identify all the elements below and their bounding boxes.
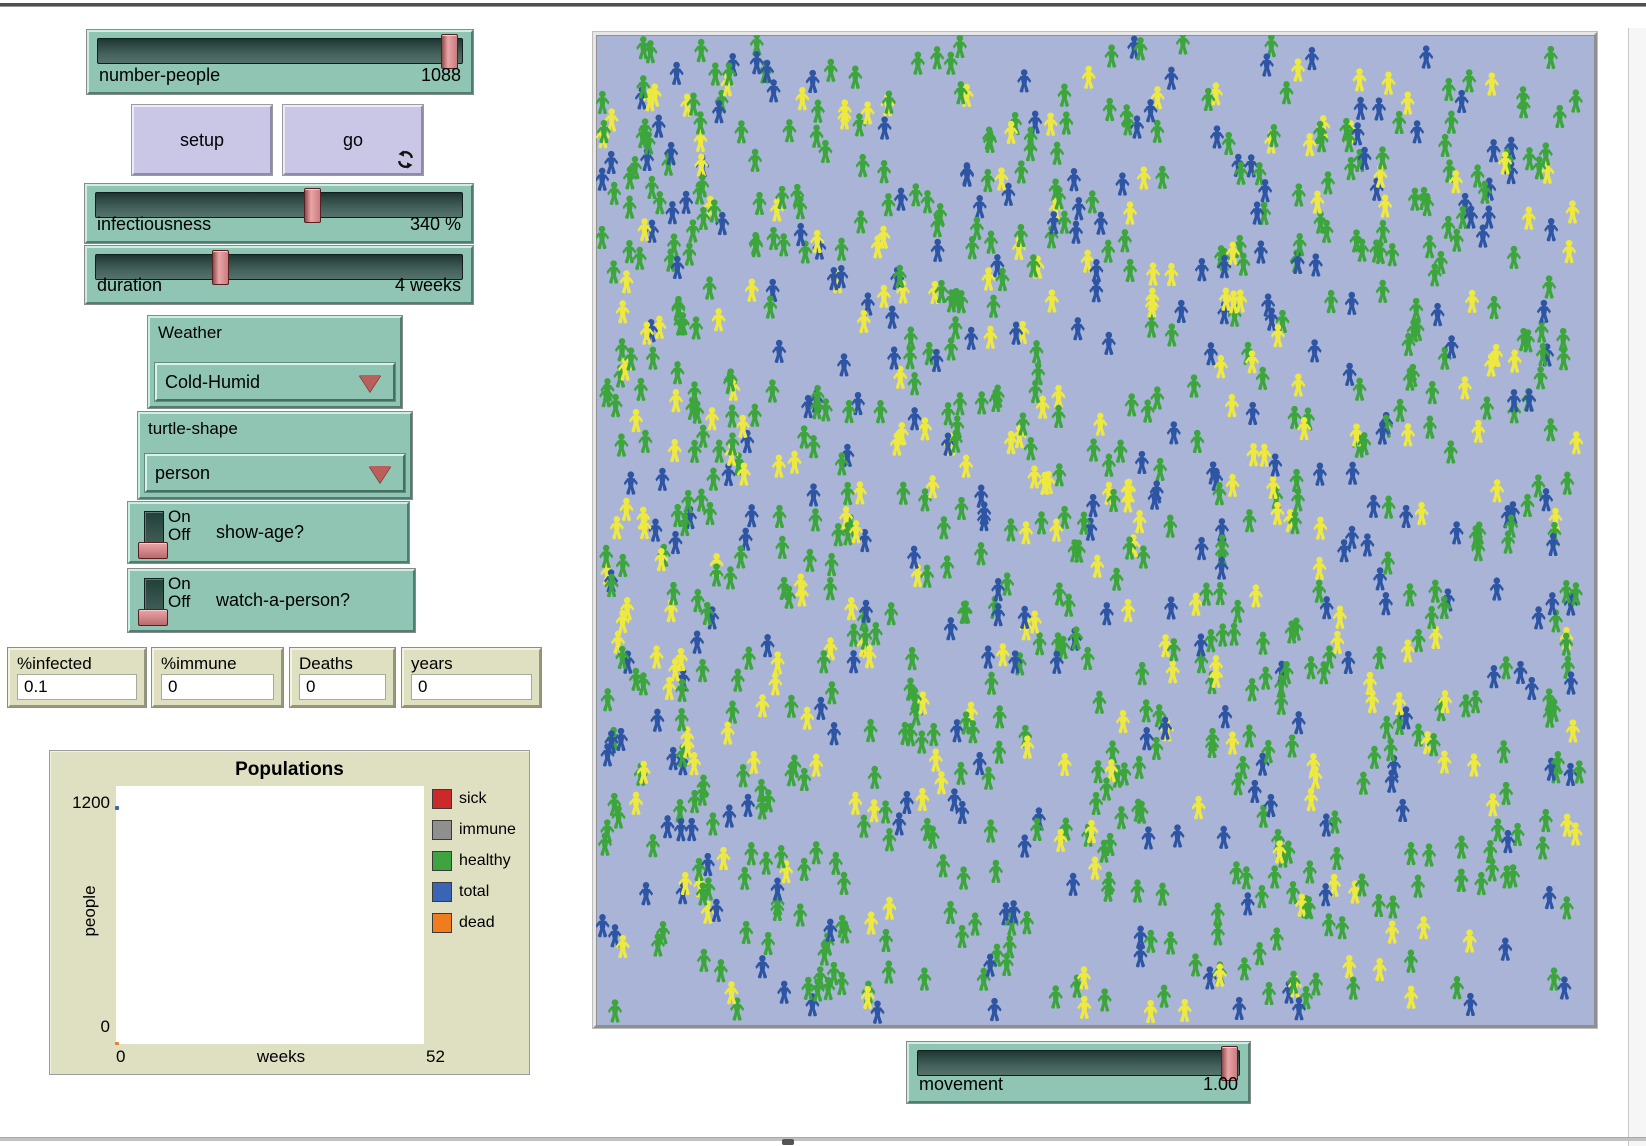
- total-color-swatch: [432, 882, 452, 902]
- x-axis-min-label: 0: [116, 1047, 125, 1067]
- movement-slider[interactable]: movement 1.00: [907, 1042, 1250, 1103]
- slider-track[interactable]: [97, 38, 463, 64]
- slider-value: 1088: [421, 65, 461, 86]
- netlogo-virus-model-window: { "sliders": { "number_people": { "label…: [0, 0, 1646, 1146]
- legend-item: sick: [432, 789, 516, 809]
- window-top-border: [0, 3, 1646, 7]
- switch-off-label: Off: [168, 593, 191, 611]
- dead-color-swatch: [432, 913, 452, 933]
- switch-on-label: On: [168, 508, 191, 526]
- legend-item: immune: [432, 820, 516, 840]
- monitor-label: %infected: [17, 654, 92, 674]
- chevron-down-icon: [369, 466, 391, 483]
- y-axis-name: people: [80, 851, 100, 971]
- window-bottom-border: [0, 1137, 1646, 1141]
- monitor-value: 0.1: [17, 674, 137, 700]
- turtle-shape-chooser[interactable]: turtle-shape person: [138, 412, 412, 499]
- weather-dropdown[interactable]: Cold-Humid: [155, 363, 395, 401]
- percent-infected-monitor: %infected 0.1: [8, 648, 146, 707]
- setup-button-label: setup: [180, 130, 224, 151]
- slider-label: number-people: [99, 65, 220, 86]
- years-monitor: years 0: [402, 648, 541, 707]
- populations-plot: Populations 1200 0 people 0 weeks 52 sic…: [49, 750, 530, 1075]
- legend-item: healthy: [432, 851, 516, 871]
- monitor-label: years: [411, 654, 453, 674]
- show-age-switch[interactable]: On Off show-age?: [128, 502, 409, 563]
- switch-off-label: Off: [168, 526, 191, 544]
- monitor-label: Deaths: [299, 654, 353, 674]
- agents-canvas: [596, 35, 1594, 1025]
- plot-legend: sick immune healthy total dead: [432, 789, 516, 944]
- y-axis-min-label: 0: [56, 1017, 110, 1037]
- slider-handle[interactable]: [441, 34, 458, 69]
- chevron-down-icon: [359, 375, 381, 392]
- legend-label: total: [459, 883, 489, 901]
- monitor-value: 0: [411, 674, 532, 700]
- legend-item: dead: [432, 913, 516, 933]
- go-button-label: go: [343, 130, 363, 151]
- slider-label: infectiousness: [97, 214, 211, 235]
- monitor-value: 0: [299, 674, 386, 700]
- deaths-monitor: Deaths 0: [290, 648, 395, 707]
- number-people-slider[interactable]: number-people 1088: [87, 30, 473, 94]
- slider-value: 1.00: [1203, 1074, 1238, 1095]
- immune-color-swatch: [432, 820, 452, 840]
- infectiousness-slider[interactable]: infectiousness 340 %: [85, 184, 473, 243]
- total-series-point: [115, 806, 119, 810]
- slider-value: 340 %: [410, 214, 461, 235]
- plot-title: Populations: [50, 759, 529, 781]
- right-scroll-gutter: [1629, 28, 1646, 1146]
- world-view[interactable]: [593, 32, 1597, 1028]
- right-separator-line: [1628, 28, 1629, 1146]
- y-axis-max-label: 1200: [56, 793, 110, 813]
- switch-label: show-age?: [216, 504, 304, 561]
- x-axis-max-label: 52: [426, 1047, 445, 1067]
- chooser-label: Weather: [158, 323, 222, 343]
- legend-label: dead: [459, 914, 495, 932]
- chooser-selected-value: person: [155, 463, 210, 484]
- slider-value: 4 weeks: [395, 275, 461, 296]
- forever-icon: [396, 150, 415, 169]
- x-axis-name: weeks: [221, 1047, 341, 1067]
- setup-button[interactable]: setup: [132, 105, 272, 175]
- dead-series-point: [115, 1042, 119, 1045]
- slider-label: movement: [919, 1074, 1003, 1095]
- duration-slider[interactable]: duration 4 weeks: [85, 246, 473, 304]
- slider-track[interactable]: [917, 1050, 1240, 1076]
- sick-color-swatch: [432, 789, 452, 809]
- chooser-selected-value: Cold-Humid: [165, 372, 260, 393]
- switch-handle[interactable]: [138, 609, 168, 626]
- weather-chooser[interactable]: Weather Cold-Humid: [148, 316, 402, 408]
- legend-label: healthy: [459, 852, 511, 870]
- resize-grip[interactable]: [782, 1139, 794, 1145]
- slider-label: duration: [97, 275, 162, 296]
- legend-item: total: [432, 882, 516, 902]
- turtle-shape-dropdown[interactable]: person: [145, 454, 405, 492]
- go-button[interactable]: go: [283, 105, 423, 175]
- switch-handle[interactable]: [138, 542, 168, 559]
- watch-a-person-switch[interactable]: On Off watch-a-person?: [128, 569, 415, 632]
- legend-label: immune: [459, 821, 516, 839]
- switch-label: watch-a-person?: [216, 571, 350, 630]
- chooser-label: turtle-shape: [148, 419, 238, 439]
- monitor-value: 0: [161, 674, 274, 700]
- legend-label: sick: [459, 790, 487, 808]
- plot-canvas: [116, 786, 424, 1044]
- switch-on-label: On: [168, 575, 191, 593]
- healthy-color-swatch: [432, 851, 452, 871]
- monitor-label: %immune: [161, 654, 237, 674]
- percent-immune-monitor: %immune 0: [152, 648, 283, 707]
